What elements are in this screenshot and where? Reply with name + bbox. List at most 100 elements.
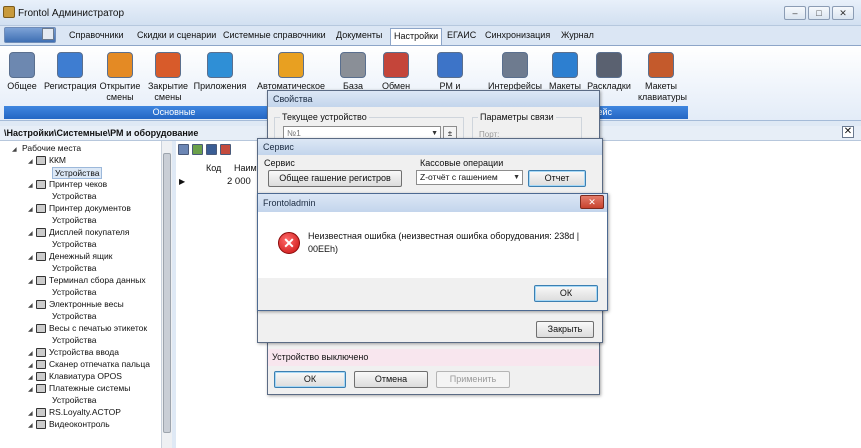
ribbon-button-12[interactable]: Макеты клавиатуры bbox=[638, 52, 687, 103]
service-group: Сервис Общее гашение регистров bbox=[262, 158, 412, 191]
column-header-code[interactable]: Код bbox=[206, 163, 221, 173]
error-body: ✕ Неизвестная ошибка (неизвестная ошибка… bbox=[258, 212, 607, 278]
tree-item[interactable]: Видеоконтроль bbox=[49, 419, 110, 429]
save-icon[interactable] bbox=[42, 28, 54, 40]
ribbon-button-7[interactable]: Обмен bbox=[376, 52, 416, 92]
ribbon-button-5[interactable]: Автоматическое bbox=[248, 52, 334, 92]
tree-item[interactable]: Клавиатура OPOS bbox=[49, 371, 122, 381]
tree-expander-icon[interactable]: ◢ bbox=[28, 278, 33, 285]
tab-egais[interactable]: ЕГАИС bbox=[444, 28, 479, 45]
minimize-button[interactable]: – bbox=[784, 6, 806, 20]
tab-discounts[interactable]: Скидки и сценарии bbox=[134, 28, 219, 45]
tree-item[interactable]: Рабочие места bbox=[22, 143, 81, 153]
report-type-select[interactable]: Z-отчёт с гашением ▼ bbox=[416, 170, 523, 185]
ribbon-button-3[interactable]: Закрытие смены bbox=[144, 52, 192, 103]
ok-button[interactable]: ОК bbox=[274, 371, 346, 388]
tree-item-devices[interactable]: Устройства bbox=[52, 287, 96, 297]
tree-item-devices[interactable]: Устройства bbox=[52, 395, 96, 405]
tree-expander-icon[interactable]: ◢ bbox=[28, 350, 33, 357]
tree-item[interactable]: Весы с печатью этикеток bbox=[49, 323, 147, 333]
tree-expander-icon[interactable]: ◢ bbox=[28, 386, 33, 393]
tree-item[interactable]: Сканер отпечатка пальца bbox=[49, 359, 150, 369]
ribbon-button-0[interactable]: Общее bbox=[2, 52, 42, 92]
tree-scrollbar[interactable] bbox=[161, 141, 172, 448]
tree-item[interactable]: Платежные системы bbox=[49, 383, 130, 393]
grid-tool-icon-2[interactable] bbox=[192, 144, 203, 155]
tree-item-devices[interactable]: Устройства bbox=[52, 335, 96, 345]
tree-expander-icon[interactable]: ◢ bbox=[12, 146, 17, 153]
tree-scroll-thumb[interactable] bbox=[163, 153, 171, 433]
ribbon-button-1[interactable]: Регистрация bbox=[44, 52, 97, 92]
customer-display-icon bbox=[36, 228, 46, 237]
apply-button[interactable]: Применить bbox=[436, 371, 510, 388]
ribbon-button-label: Открытие смены bbox=[99, 81, 141, 102]
tree-item-devices[interactable]: Устройства bbox=[52, 215, 96, 225]
fingerprint-scanner-icon bbox=[36, 360, 46, 369]
cash-ops-label: Кассовые операции bbox=[420, 158, 504, 168]
cancel-button[interactable]: Отмена bbox=[354, 371, 428, 388]
grid-tool-icon-3[interactable] bbox=[206, 144, 217, 155]
tree-expander-icon[interactable]: ◢ bbox=[28, 230, 33, 237]
tab-directories[interactable]: Справочники bbox=[66, 28, 127, 45]
ribbon-button-4[interactable]: Приложения bbox=[192, 52, 248, 92]
grid-tool-icon-4[interactable] bbox=[220, 144, 231, 155]
tree-item[interactable]: Устройства ввода bbox=[49, 347, 119, 357]
reset-registers-button[interactable]: Общее гашение регистров bbox=[268, 170, 402, 187]
current-device-label: Текущее устройство bbox=[280, 112, 369, 122]
tree-expander-icon[interactable]: ◢ bbox=[28, 302, 33, 309]
tree-item[interactable]: Денежный ящик bbox=[49, 251, 112, 261]
tab-sync[interactable]: Синхронизация bbox=[482, 28, 553, 45]
tree-item[interactable]: RS.Loyalty.ACTOP bbox=[49, 407, 121, 417]
tree-expander-icon[interactable]: ◢ bbox=[28, 254, 33, 261]
tree-item-devices[interactable]: Устройства bbox=[52, 263, 96, 273]
error-dialog-title: Frontoladmin bbox=[258, 194, 607, 212]
window-title: Frontol Администратор bbox=[18, 8, 125, 19]
tree-expander-icon[interactable]: ◢ bbox=[28, 422, 33, 429]
link-params-label: Параметры связи bbox=[478, 112, 556, 122]
tab-journal[interactable]: Журнал bbox=[558, 28, 597, 45]
tree-expander-icon[interactable]: ◢ bbox=[28, 158, 33, 165]
close-panel-icon[interactable]: ✕ bbox=[842, 126, 854, 138]
ribbon-button-6[interactable]: База bbox=[336, 52, 370, 92]
tab-documents[interactable]: Документы bbox=[333, 28, 385, 45]
tree-item-devices[interactable]: Устройства bbox=[52, 239, 96, 249]
report-button[interactable]: Отчет bbox=[528, 170, 586, 187]
close-button[interactable]: Закрыть bbox=[536, 321, 594, 338]
database-icon bbox=[340, 52, 366, 78]
service-group-label: Сервис bbox=[264, 158, 295, 168]
layouts-icon bbox=[552, 52, 578, 78]
maximize-button[interactable]: □ bbox=[808, 6, 830, 20]
tree-item[interactable]: Электронные весы bbox=[49, 299, 124, 309]
tree-expander-icon[interactable]: ◢ bbox=[28, 326, 33, 333]
tab-settings[interactable]: Настройки bbox=[390, 28, 443, 46]
tab-system-directories[interactable]: Системные справочники bbox=[220, 28, 329, 45]
ribbon-button-11[interactable]: Раскладки bbox=[584, 52, 634, 92]
error-ok-button[interactable]: ОК bbox=[534, 285, 598, 302]
table-row-code[interactable]: 2 000 bbox=[227, 176, 251, 187]
workplace-icon bbox=[437, 52, 463, 78]
ribbon-button-2[interactable]: Открытие смены bbox=[96, 52, 144, 103]
tree-item[interactable]: Принтер чеков bbox=[49, 179, 107, 189]
tree-item[interactable]: Принтер документов bbox=[49, 203, 131, 213]
close-window-button[interactable]: ✕ bbox=[832, 6, 854, 20]
tree-expander-icon[interactable]: ◢ bbox=[28, 362, 33, 369]
ribbon-button-8[interactable]: РМ и bbox=[430, 52, 470, 92]
tree-expander-icon[interactable]: ◢ bbox=[28, 182, 33, 189]
tree-item-devices[interactable]: Устройства bbox=[52, 167, 103, 179]
tree-expander-icon[interactable]: ◢ bbox=[28, 410, 33, 417]
tree-item[interactable]: ККМ bbox=[49, 155, 66, 165]
grid-tool-icon-1[interactable] bbox=[178, 144, 189, 155]
tree-item[interactable]: Дисплей покупателя bbox=[49, 227, 130, 237]
exchange-icon bbox=[383, 52, 409, 78]
cash-register-icon bbox=[36, 156, 46, 165]
column-header-name[interactable]: Наим bbox=[234, 163, 257, 173]
tree-expander-icon[interactable]: ◢ bbox=[28, 374, 33, 381]
tree-expander-icon[interactable]: ◢ bbox=[28, 206, 33, 213]
ribbon-button-10[interactable]: Макеты bbox=[546, 52, 584, 92]
tree-item-devices[interactable]: Устройства bbox=[52, 191, 96, 201]
automatic-icon bbox=[278, 52, 304, 78]
error-close-button[interactable]: ✕ bbox=[580, 195, 604, 209]
tree-item[interactable]: Терминал сбора данных bbox=[49, 275, 146, 285]
tree-item-devices[interactable]: Устройства bbox=[52, 311, 96, 321]
ribbon-button-9[interactable]: Интерфейсы bbox=[486, 52, 544, 92]
